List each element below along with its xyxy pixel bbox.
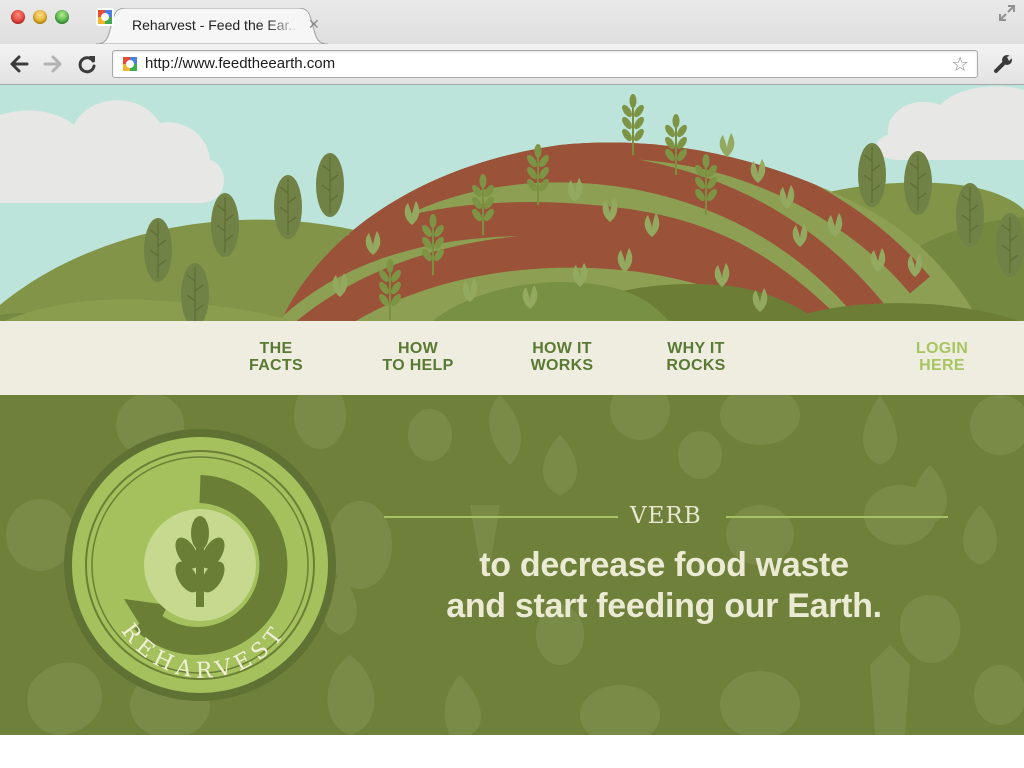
fullscreen-icon[interactable]	[998, 4, 1016, 22]
browser-toolbar: http://www.feedtheearth.com ☆	[0, 44, 1024, 84]
bookmark-star-icon[interactable]: ☆	[951, 52, 969, 76]
window-controls	[11, 10, 69, 24]
hero-illustration	[0, 85, 1024, 323]
favicon-icon	[123, 57, 137, 71]
favicon-icon	[96, 8, 114, 26]
login-link[interactable]: LOGIN HERE	[900, 340, 984, 374]
divider-right	[726, 516, 948, 518]
word-type: VERB	[630, 503, 702, 529]
close-window-dot[interactable]	[11, 10, 25, 24]
web-page: THE FACTS HOW TO HELP HOW IT WORKS WHY IT RO…	[0, 85, 1024, 735]
tagline: to decrease food waste and start feeding…	[446, 546, 882, 625]
zoom-window-dot[interactable]	[55, 10, 69, 24]
reharvest-logo-badge: REHARVEST	[64, 429, 336, 701]
nav-why-it-rocks[interactable]: WHY IT ROCKS	[652, 340, 740, 374]
tab-title-fade	[266, 14, 300, 38]
nav-how-to-help[interactable]: HOW TO HELP	[372, 340, 464, 374]
wrench-icon[interactable]	[992, 53, 1014, 75]
forward-arrow-icon[interactable]	[42, 53, 64, 75]
browser-chrome: Reharvest - Feed the Ear... ✕ http://www…	[0, 0, 1024, 85]
nav-how-it-works[interactable]: HOW IT WORKS	[518, 340, 606, 374]
back-arrow-icon[interactable]	[8, 53, 30, 75]
minimize-window-dot[interactable]	[33, 10, 47, 24]
tab-close-icon[interactable]: ✕	[308, 17, 320, 33]
address-bar[interactable]: http://www.feedtheearth.com ☆	[112, 50, 978, 78]
divider-left	[384, 516, 618, 518]
url-text[interactable]: http://www.feedtheearth.com	[145, 55, 335, 72]
definition-header: VERB	[384, 501, 948, 531]
page-bottom-space	[0, 735, 1024, 768]
main-navigation: THE FACTS HOW TO HELP HOW IT WORKS WHY IT RO…	[0, 321, 1024, 401]
reload-icon[interactable]	[76, 53, 98, 75]
browser-tab[interactable]: Reharvest - Feed the Ear... ✕	[96, 8, 328, 44]
nav-the-facts[interactable]: THE FACTS	[236, 340, 316, 374]
